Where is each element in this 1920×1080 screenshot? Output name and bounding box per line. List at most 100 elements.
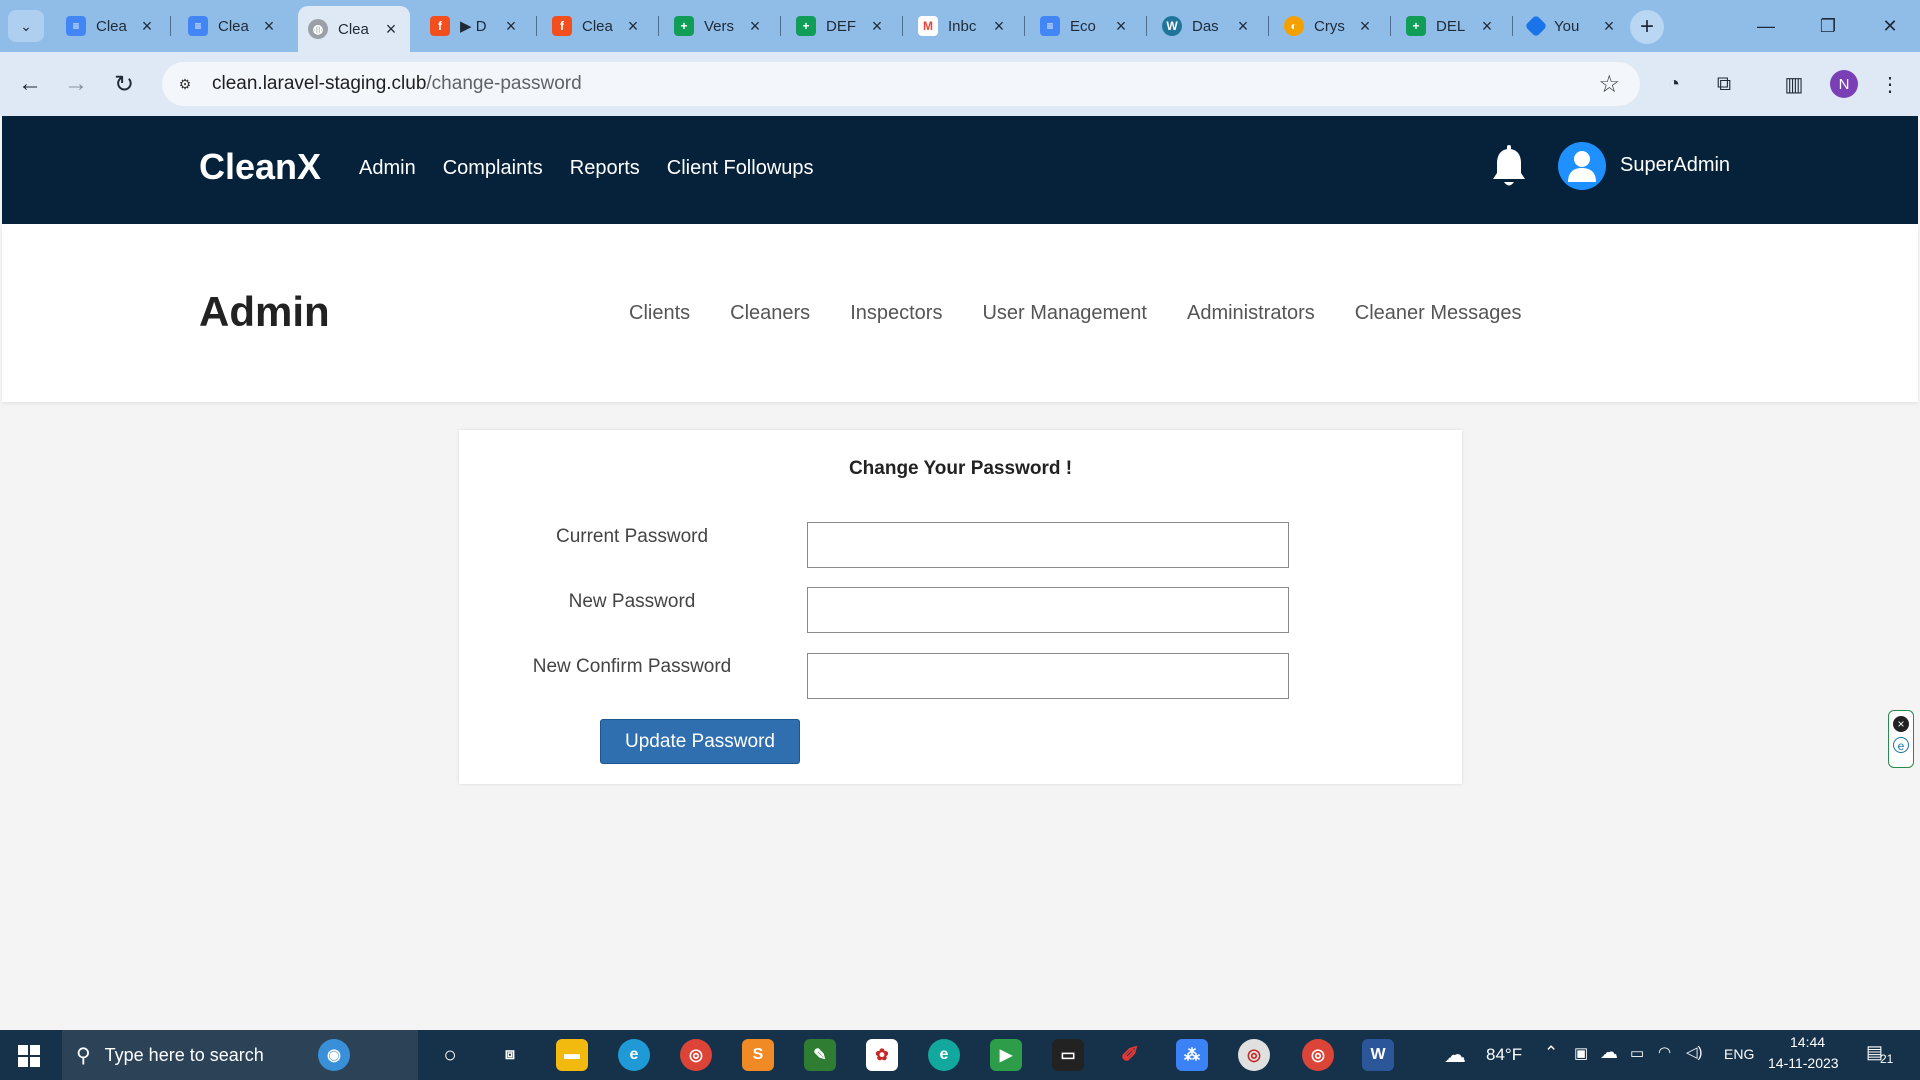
extension-icon[interactable]: ◔ bbox=[1658, 68, 1690, 100]
bell-icon[interactable] bbox=[1490, 145, 1528, 191]
restore-button[interactable]: ❐ bbox=[1798, 10, 1858, 42]
close-icon[interactable]: × bbox=[502, 16, 520, 37]
browser-tab-active[interactable]: ◍ Clea × bbox=[298, 6, 410, 52]
task-view-icon[interactable]: ⧈ bbox=[494, 1039, 526, 1071]
app-e-icon[interactable]: e bbox=[928, 1039, 960, 1071]
browser-tab[interactable]: ◐ Crys × bbox=[1274, 8, 1384, 44]
close-icon[interactable]: × bbox=[868, 16, 886, 37]
browser-tab[interactable]: f ▶ D × bbox=[420, 8, 530, 44]
close-icon[interactable]: × bbox=[1893, 716, 1909, 732]
browser-tab[interactable]: ≡ Eco × bbox=[1030, 8, 1140, 44]
chrome-alt-icon[interactable]: ◎ bbox=[1238, 1039, 1270, 1071]
close-icon[interactable]: × bbox=[990, 16, 1008, 37]
paint-icon[interactable]: ✿ bbox=[866, 1039, 898, 1071]
nav-admin[interactable]: Admin bbox=[359, 157, 416, 180]
globe-icon: ◍ bbox=[308, 19, 328, 39]
submenu-cleaner-messages[interactable]: Cleaner Messages bbox=[1355, 302, 1522, 325]
close-icon[interactable]: × bbox=[1112, 16, 1130, 37]
submenu-administrators[interactable]: Administrators bbox=[1187, 302, 1315, 325]
clock-time[interactable]: 14:44 bbox=[1790, 1034, 1825, 1050]
language-indicator[interactable]: ENG bbox=[1724, 1046, 1754, 1062]
browser-tab-bar: ⌄ ≡ Clea × ≡ Clea × ◍ Clea × f ▶ D × f C… bbox=[0, 0, 1920, 52]
address-bar[interactable]: ⚙ clean.laravel-staging.club/change-pass… bbox=[162, 62, 1640, 106]
reload-icon: ↻ bbox=[113, 70, 135, 98]
figma-icon: f bbox=[552, 16, 572, 36]
cortana-icon[interactable]: ○ bbox=[434, 1039, 466, 1071]
close-icon[interactable]: × bbox=[138, 16, 156, 37]
chrome-icon[interactable]: ◎ bbox=[680, 1039, 712, 1071]
close-icon[interactable]: × bbox=[260, 16, 278, 37]
wifi-icon[interactable]: ◠ bbox=[1658, 1043, 1671, 1061]
clock-date[interactable]: 14-11-2023 bbox=[1768, 1055, 1839, 1071]
browser-tab[interactable]: + DEF × bbox=[786, 8, 896, 44]
browser-tab[interactable]: f Clea × bbox=[542, 8, 652, 44]
word-icon[interactable]: W bbox=[1362, 1039, 1394, 1071]
forward-button[interactable]: → bbox=[60, 68, 92, 100]
onedrive-icon[interactable]: ☁ bbox=[1600, 1042, 1618, 1063]
minimize-button[interactable]: — bbox=[1736, 10, 1796, 42]
browser-tab[interactable]: ≡ Clea × bbox=[178, 8, 288, 44]
browser-tab[interactable]: You × bbox=[1518, 8, 1628, 44]
browser-tab[interactable]: + DEL × bbox=[1396, 8, 1506, 44]
file-explorer-icon[interactable]: ▬ bbox=[556, 1039, 588, 1071]
bookmark-star-icon[interactable]: ☆ bbox=[1598, 70, 1620, 99]
nav-reports[interactable]: Reports bbox=[570, 157, 640, 180]
browser-tab[interactable]: ≡ Clea × bbox=[56, 8, 166, 44]
back-button[interactable]: ← bbox=[14, 68, 46, 100]
windows-start-icon[interactable] bbox=[18, 1045, 40, 1067]
puzzle-icon[interactable]: ⧉ bbox=[1708, 68, 1740, 100]
close-icon[interactable]: × bbox=[1356, 16, 1374, 37]
username[interactable]: SuperAdmin bbox=[1620, 154, 1730, 177]
kebab-menu-icon[interactable]: ⋮ bbox=[1874, 68, 1906, 100]
chrome-active-icon[interactable]: ◎ bbox=[1302, 1039, 1334, 1071]
nav-client-followups[interactable]: Client Followups bbox=[667, 157, 814, 180]
close-icon[interactable]: × bbox=[1478, 16, 1496, 37]
tab-title: Crys bbox=[1314, 17, 1345, 35]
confirm-password-input[interactable] bbox=[807, 653, 1289, 699]
editor-icon[interactable]: ✎ bbox=[804, 1039, 836, 1071]
sheets-icon: + bbox=[1406, 16, 1426, 36]
site-info-icon[interactable]: ⚙ bbox=[172, 71, 198, 97]
weather-temp[interactable]: 84°F bbox=[1486, 1045, 1522, 1065]
close-icon[interactable]: × bbox=[746, 16, 764, 37]
new-tab-button[interactable]: + bbox=[1630, 10, 1664, 44]
chevron-up-icon[interactable]: ⌃ bbox=[1544, 1043, 1558, 1063]
submenu-cleaners[interactable]: Cleaners bbox=[730, 302, 810, 325]
meet-icon[interactable]: ▶ bbox=[990, 1039, 1022, 1071]
battery-icon[interactable]: ▭ bbox=[1630, 1044, 1644, 1062]
side-panel-icon[interactable]: ▥ bbox=[1778, 68, 1810, 100]
update-password-button[interactable]: Update Password bbox=[600, 719, 800, 764]
extension-e-icon[interactable]: e bbox=[1893, 737, 1909, 753]
apps-grid-icon[interactable]: ⁂ bbox=[1176, 1039, 1208, 1071]
tab-title: ▶ D bbox=[460, 18, 487, 35]
reload-button[interactable]: ↻ bbox=[108, 68, 140, 100]
volume-icon[interactable]: ◁) bbox=[1686, 1043, 1703, 1061]
close-window-button[interactable]: ✕ bbox=[1860, 10, 1920, 42]
browser-tab[interactable]: W Das × bbox=[1152, 8, 1262, 44]
taskbar-search[interactable]: ⚲ Type here to search bbox=[62, 1030, 418, 1080]
cloud-icon[interactable]: ☁ bbox=[1444, 1042, 1466, 1068]
new-password-input[interactable] bbox=[807, 587, 1289, 633]
pen-icon[interactable]: ✐ bbox=[1114, 1039, 1146, 1071]
submenu-clients[interactable]: Clients bbox=[629, 302, 690, 325]
close-icon[interactable]: × bbox=[624, 16, 642, 37]
edge-icon[interactable]: e bbox=[618, 1039, 650, 1071]
meet-tray-icon[interactable]: ▣ bbox=[1574, 1044, 1588, 1062]
close-icon[interactable]: × bbox=[1600, 16, 1618, 37]
sublime-icon[interactable]: S bbox=[742, 1039, 774, 1071]
submenu-inspectors[interactable]: Inspectors bbox=[850, 302, 942, 325]
browser-tab[interactable]: M Inbc × bbox=[908, 8, 1018, 44]
profile-avatar[interactable]: N bbox=[1830, 70, 1858, 98]
submenu-user-management[interactable]: User Management bbox=[982, 302, 1147, 325]
browser-tab[interactable]: + Vers × bbox=[664, 8, 774, 44]
tab-title: Eco bbox=[1070, 17, 1096, 35]
search-highlight-icon[interactable]: ◉ bbox=[318, 1039, 350, 1071]
close-icon[interactable]: × bbox=[1234, 16, 1252, 37]
tab-search-button[interactable]: ⌄ bbox=[8, 10, 44, 42]
nav-complaints[interactable]: Complaints bbox=[443, 157, 543, 180]
close-icon[interactable]: × bbox=[382, 19, 400, 40]
user-avatar[interactable] bbox=[1558, 142, 1606, 190]
terminal-icon[interactable]: ▭ bbox=[1052, 1039, 1084, 1071]
brand-logo[interactable]: CleanX bbox=[199, 146, 321, 188]
current-password-input[interactable] bbox=[807, 522, 1289, 568]
